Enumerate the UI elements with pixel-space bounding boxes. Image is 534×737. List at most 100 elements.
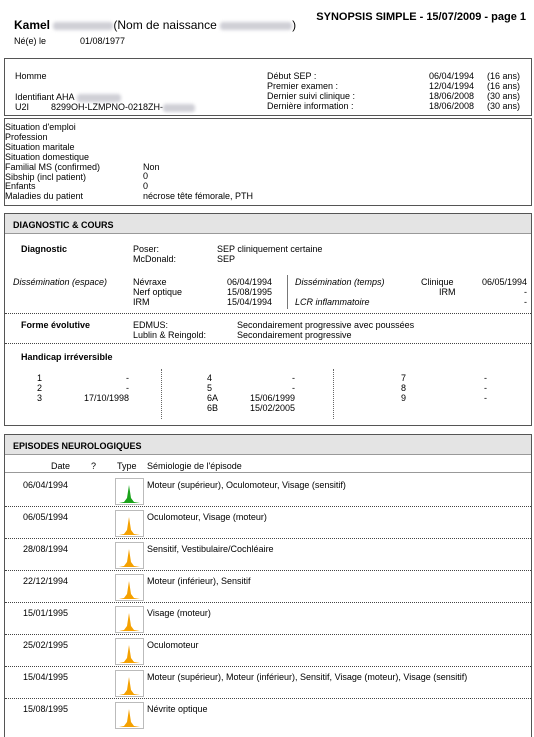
poser-value: SEP cliniquement certaine — [217, 244, 323, 254]
date-label: Début SEP : — [267, 71, 317, 81]
forme-label: Forme évolutive — [21, 320, 91, 330]
report-title: SYNOPSIS SIMPLE - 15/07/2009 - page 1 — [316, 11, 526, 23]
episodes-box: EPISODES NEUROLOGIQUES Date ? Type Sémio… — [4, 434, 532, 737]
lublin-label: Lublin & Reingold: — [133, 330, 207, 340]
patient-name-line: Kamel (Nom de naissance ) — [14, 18, 296, 32]
handicap-date: - — [292, 383, 295, 393]
diagnostic-section-title: DIAGNOSTIC & COURS — [5, 214, 531, 234]
handicap-date: - — [484, 373, 487, 383]
dissem-space-item: IRM — [133, 297, 150, 307]
born-label: Né(e) le — [14, 36, 47, 46]
social-value: 0 — [143, 171, 149, 182]
handicap-score: 6B — [207, 403, 219, 413]
social-box: Situation d'emploi Profession Situation … — [4, 118, 532, 206]
dissem-time-date: 06/05/1994 — [481, 277, 527, 287]
dissem-space-items: Névraxe Nerf optique IRM — [133, 277, 182, 307]
social-value — [143, 123, 253, 133]
dissem-space-label: Dissémination (espace) — [13, 277, 108, 287]
episodes-section-title: EPISODES NEUROLOGIQUES — [5, 435, 531, 455]
lublin-value: Secondairement progressive — [237, 330, 352, 340]
diagnostic-box: DIAGNOSTIC & COURS Diagnostic Poser: SEP… — [4, 213, 532, 426]
date-value: 12/04/1994 — [429, 81, 475, 91]
identifier-row: Identifiant AHA — [15, 92, 121, 102]
handicap-date: - — [484, 383, 487, 393]
dissem-space-dates: 06/04/1994 15/08/1995 15/04/1994 — [227, 277, 272, 307]
dissem-time-item: Clinique — [421, 277, 454, 287]
handicap-col3-nums: 7 8 9 — [401, 373, 406, 403]
social-label: Maladies du patient — [5, 191, 84, 202]
handicap-date: 15/06/1999 — [249, 393, 295, 403]
episode-row: 22/12/1994 Moteur (inférieur), Sensitif — [5, 571, 531, 603]
date-value: 18/06/2008 — [429, 101, 475, 111]
dissem-space-item: Névraxe — [133, 277, 167, 287]
birth-name-close: ) — [292, 18, 297, 32]
episode-row: 15/04/1995 Moteur (supérieur), Moteur (in… — [5, 667, 531, 699]
episode-peak-glyph — [119, 549, 140, 567]
episode-semiology: Moteur (supérieur), Oculomoteur, Visage … — [147, 480, 346, 490]
episodes-list: 06/04/1994 Moteur (supérieur), Oculomoteu… — [5, 475, 531, 737]
age: (30 ans) — [487, 101, 521, 111]
redacted-birth-name — [220, 21, 293, 30]
lcr-value: - — [524, 297, 527, 307]
handicap-score: 1 — [37, 373, 43, 383]
episode-semiology: Sensitif, Vestibulaire/Cochléaire — [147, 544, 274, 554]
dissem-space-date: 15/04/1994 — [227, 297, 273, 307]
handicap-score: 8 — [401, 383, 407, 393]
date-label: Dernier suivi clinique : — [267, 91, 356, 101]
handicap-date: 17/10/1998 — [83, 393, 129, 403]
handicap-col1-dates: - - 17/10/1998 — [65, 373, 129, 403]
episode-peak-glyph — [119, 709, 140, 727]
identity-ages: (16 ans) (16 ans) (30 ans) (30 ans) — [487, 71, 520, 111]
episode-date: 22/12/1994 — [23, 576, 69, 586]
handicap-label: Handicap irréversible — [21, 352, 113, 362]
social-labels: Situation d'emploi Profession Situation … — [5, 122, 100, 202]
handicap-score: 3 — [37, 393, 43, 403]
dissem-space-date: 15/08/1995 — [227, 287, 273, 297]
episode-date: 15/04/1995 — [23, 672, 69, 682]
dissem-space-item: Nerf optique — [133, 287, 183, 297]
episode-semiology: Oculomoteur — [147, 640, 199, 650]
episode-date: 28/08/1994 — [23, 544, 69, 554]
col-divider — [333, 369, 334, 419]
dissem-space-date: 06/04/1994 — [227, 277, 273, 287]
episode-row: 15/01/1995 Visage (moteur) — [5, 603, 531, 635]
age: (16 ans) — [487, 71, 521, 81]
episode-type-icon — [115, 574, 144, 601]
u2i-value: 8299OH-LZMPNO-0218ZH- — [51, 102, 164, 112]
episode-type-icon — [115, 542, 144, 569]
dissem-time-dates: 06/05/1994 - — [482, 277, 527, 297]
episode-peak-glyph — [119, 645, 140, 663]
episode-type-icon — [115, 638, 144, 665]
age: (16 ans) — [487, 81, 521, 91]
episode-semiology: Moteur (supérieur), Moteur (inférieur), … — [147, 672, 468, 682]
handicap-col2-nums: 4 5 6A 6B — [207, 373, 218, 413]
episode-date: 06/05/1994 — [23, 512, 69, 522]
social-value — [143, 133, 253, 143]
episode-row: 25/02/1995 Oculomoteur — [5, 635, 531, 667]
episode-row: 06/04/1994 Moteur (supérieur), Oculomoteu… — [5, 475, 531, 507]
episode-type-icon — [115, 478, 144, 505]
col-date-header: Date — [51, 461, 71, 471]
social-value: Non — [143, 161, 160, 172]
social-values: Non 0 0 nécrose tête fémorale, PTH — [143, 123, 253, 202]
identifier-label: Identifiant AHA — [15, 92, 75, 102]
handicap-col2-dates: - - 15/06/1999 15/02/2005 — [227, 373, 295, 413]
diagnostic-label: Diagnostic — [21, 244, 68, 254]
episode-date: 15/08/1995 — [23, 704, 69, 714]
identity-date-values: 06/04/1994 12/04/1994 18/06/2008 18/06/2… — [429, 71, 474, 111]
age: (30 ans) — [487, 91, 521, 101]
episode-date: 15/01/1995 — [23, 608, 69, 618]
episodes-column-header — [5, 459, 531, 473]
episode-row: 28/08/1994 Sensitif, Vestibulaire/Cochléa… — [5, 539, 531, 571]
date-label: Dernière information : — [267, 101, 354, 111]
identity-date-labels: Début SEP : Premier examen : Dernier sui… — [267, 71, 355, 111]
date-value: 18/06/2008 — [429, 91, 475, 101]
handicap-col1-nums: 1 2 3 — [37, 373, 42, 403]
birth-date: 01/08/1977 — [80, 36, 126, 46]
episode-date: 25/02/1995 — [23, 640, 69, 650]
episode-type-icon — [115, 510, 144, 537]
handicap-score: 2 — [37, 383, 43, 393]
episode-peak-glyph — [119, 517, 140, 535]
episode-peak-glyph — [119, 613, 140, 631]
dissem-divider — [287, 275, 288, 309]
